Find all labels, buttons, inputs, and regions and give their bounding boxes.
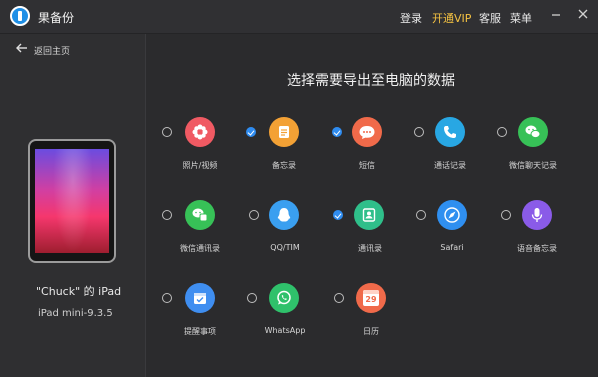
qq-icon xyxy=(269,200,299,230)
notes-label: 备忘录 xyxy=(272,161,296,170)
app-logo-icon xyxy=(10,6,30,26)
note-icon xyxy=(269,117,299,147)
menu-link[interactable]: 菜单 xyxy=(510,10,532,26)
ipad-screen xyxy=(35,149,109,253)
message-icon xyxy=(352,117,382,147)
reminder-icon xyxy=(185,283,215,313)
notes-checkbox[interactable] xyxy=(246,127,256,137)
sms-checkbox[interactable] xyxy=(332,127,342,137)
contacts-label: 通讯录 xyxy=(358,244,382,253)
photos-label: 照片/视频 xyxy=(182,161,218,170)
login-link[interactable]: 登录 xyxy=(400,10,422,26)
calls-checkbox[interactable] xyxy=(414,127,424,137)
qq-label: QQ/TIM xyxy=(270,243,300,252)
safari-checkbox[interactable] xyxy=(416,210,426,220)
page-title: 选择需要导出至电脑的数据 xyxy=(287,73,455,89)
whatsapp-checkbox[interactable] xyxy=(247,293,257,303)
calendar-checkbox[interactable] xyxy=(334,293,344,303)
minimize-icon[interactable] xyxy=(549,8,563,22)
back-label: 返回主页 xyxy=(34,47,71,57)
calendar-label: 日历 xyxy=(363,327,379,336)
voice-memos-checkbox[interactable] xyxy=(501,210,511,220)
close-icon[interactable] xyxy=(576,8,590,22)
calendar-day: 29 xyxy=(365,295,377,304)
sms-label: 短信 xyxy=(359,161,375,170)
whatsapp-label: WhatsApp xyxy=(264,326,306,335)
device-model: iPad mini-9.3.5 xyxy=(38,308,113,319)
voice-memos-label: 语音备忘录 xyxy=(517,244,557,253)
wechat-contacts-icon xyxy=(185,200,215,230)
photos-checkbox[interactable] xyxy=(162,127,172,137)
wechat-chat-checkbox[interactable] xyxy=(497,127,507,137)
wechat-chat-label: 微信聊天记录 xyxy=(509,161,557,170)
reminders-checkbox[interactable] xyxy=(162,293,172,303)
device-name: "Chuck" 的 iPad xyxy=(36,285,122,298)
contacts-icon xyxy=(354,200,384,230)
safari-label: Safari xyxy=(440,243,464,252)
contacts-checkbox[interactable] xyxy=(333,210,343,220)
vip-link[interactable]: 开通VIP xyxy=(432,10,471,26)
qq-checkbox[interactable] xyxy=(249,210,259,220)
flower-icon xyxy=(185,117,215,147)
wechat-contacts-checkbox[interactable] xyxy=(162,210,172,220)
safari-icon xyxy=(437,200,467,230)
wechat-icon xyxy=(518,117,548,147)
calendar-icon: 29 xyxy=(356,283,386,313)
ipad-image xyxy=(28,139,116,263)
phone-icon xyxy=(435,117,465,147)
whatsapp-icon xyxy=(269,283,299,313)
app-title: 果备份 xyxy=(38,11,75,25)
calls-label: 通话记录 xyxy=(434,161,466,170)
reminders-label: 提醒事项 xyxy=(184,327,216,336)
back-arrow-icon xyxy=(16,43,27,53)
microphone-icon xyxy=(522,200,552,230)
wechat-contacts-label: 微信通讯录 xyxy=(180,244,220,253)
service-link[interactable]: 客服 xyxy=(479,10,501,26)
title-bar: 果备份 登录 开通VIP 客服 菜单 xyxy=(0,0,598,34)
